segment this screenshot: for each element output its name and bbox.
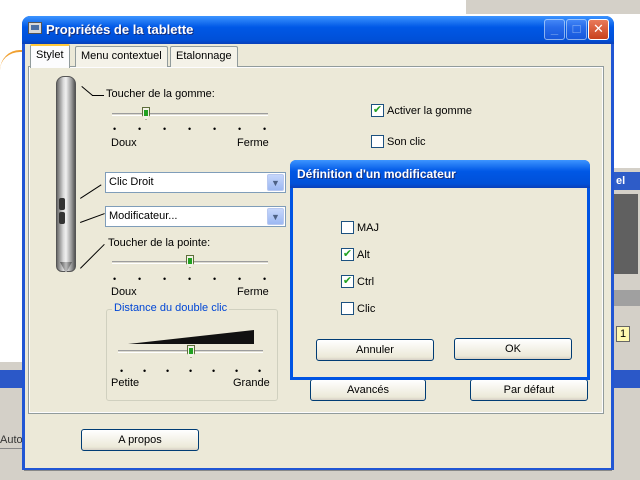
modifier-click-label: Clic bbox=[357, 303, 376, 315]
slider-tick-mark: • bbox=[163, 274, 167, 284]
background-number-box: 1 bbox=[616, 326, 630, 342]
background-taskbar-strip bbox=[0, 370, 24, 388]
slider-tick-mark: • bbox=[143, 366, 147, 376]
maximize-button[interactable]: □ bbox=[566, 19, 587, 40]
slider-tick-mark: • bbox=[113, 274, 117, 284]
double-click-min-label: Petite bbox=[111, 377, 140, 389]
tip-feel-ticks: • • • • • • • bbox=[113, 274, 267, 284]
slider-tick-mark: • bbox=[263, 124, 267, 134]
tab-menu-contextuel[interactable]: Menu contextuel bbox=[75, 46, 168, 67]
eraser-feel-track bbox=[112, 113, 268, 116]
slider-tick-mark: • bbox=[138, 274, 142, 284]
chevron-down-icon[interactable]: ▼ bbox=[267, 174, 284, 191]
slider-tick-mark: • bbox=[189, 366, 193, 376]
leader-line-eraser-h bbox=[92, 95, 104, 96]
background-window-right-title: el bbox=[612, 172, 640, 190]
slider-tick-mark: • bbox=[166, 366, 170, 376]
lower-button-function-value: Modificateur... bbox=[109, 210, 178, 222]
lower-button-function-select[interactable]: Modificateur... ▼ bbox=[105, 206, 286, 227]
slider-tick-mark: • bbox=[238, 124, 242, 134]
upper-button-function-value: Clic Droit bbox=[109, 176, 154, 188]
about-button[interactable]: A propos bbox=[81, 429, 199, 451]
default-button[interactable]: Par défaut bbox=[470, 379, 588, 401]
window-title: Propriétés de la tablette bbox=[46, 22, 194, 37]
slider-tick-mark: • bbox=[235, 366, 239, 376]
click-sound-checkbox[interactable] bbox=[371, 135, 384, 148]
eraser-feel-ticks: • • • • • • • bbox=[113, 124, 267, 134]
pen-upper-side-button bbox=[59, 198, 65, 210]
modifier-alt-checkbox[interactable]: ✔ bbox=[341, 248, 354, 261]
double-click-distance-label: Distance du double clic bbox=[112, 302, 230, 314]
slider-tick-mark: • bbox=[258, 366, 262, 376]
modifier-alt-label: Alt bbox=[357, 249, 370, 261]
window-app-icon[interactable] bbox=[28, 22, 42, 34]
slider-tick-mark: • bbox=[263, 274, 267, 284]
slider-tick-mark: • bbox=[212, 366, 216, 376]
tab-etalonnage[interactable]: Etalonnage bbox=[170, 46, 238, 67]
double-click-max-label: Grande bbox=[233, 377, 270, 389]
background-bottom-bar bbox=[24, 470, 612, 480]
double-click-ticks: • • • • • • • bbox=[120, 366, 262, 376]
enable-eraser-checkbox[interactable]: ✔ bbox=[371, 104, 384, 117]
background-auto-label: Auto bbox=[0, 434, 23, 446]
pen-lower-side-button bbox=[59, 212, 65, 224]
slider-tick-mark: • bbox=[188, 124, 192, 134]
slider-tick-mark: • bbox=[163, 124, 167, 134]
tip-feel-max-label: Ferme bbox=[237, 286, 269, 298]
eraser-feel-min-label: Doux bbox=[111, 137, 137, 149]
background-window-edge bbox=[466, 0, 640, 14]
modifier-cancel-button[interactable]: Annuler bbox=[316, 339, 434, 361]
advanced-button[interactable]: Avancés bbox=[310, 379, 426, 401]
chevron-down-icon[interactable]: ▼ bbox=[267, 208, 284, 225]
eraser-feel-max-label: Ferme bbox=[237, 137, 269, 149]
background-blue-strip bbox=[612, 370, 640, 388]
close-button[interactable]: ✕ bbox=[588, 19, 609, 40]
modifier-ok-button[interactable]: OK bbox=[454, 338, 572, 360]
eraser-feel-label: Toucher de la gomme: bbox=[106, 88, 215, 100]
upper-button-function-select[interactable]: Clic Droit ▼ bbox=[105, 172, 286, 193]
modifier-shift-label: MAJ bbox=[357, 222, 379, 234]
slider-tick-mark: • bbox=[113, 124, 117, 134]
tab-stylet[interactable]: Stylet bbox=[30, 44, 70, 68]
modifier-shift-checkbox[interactable] bbox=[341, 221, 354, 234]
slider-tick-mark: • bbox=[138, 124, 142, 134]
slider-tick-mark: • bbox=[120, 366, 124, 376]
slider-tick-mark: • bbox=[238, 274, 242, 284]
minimize-button[interactable]: _ bbox=[544, 19, 565, 40]
pen-illustration bbox=[56, 76, 76, 272]
tip-feel-min-label: Doux bbox=[111, 286, 137, 298]
enable-eraser-label: Activer la gomme bbox=[387, 105, 472, 117]
background-toolbox bbox=[614, 194, 638, 274]
slider-tick-mark: • bbox=[188, 274, 192, 284]
background-row bbox=[612, 290, 640, 306]
modifier-ctrl-checkbox[interactable]: ✔ bbox=[341, 275, 354, 288]
slider-tick-mark: • bbox=[213, 274, 217, 284]
tip-feel-label: Toucher de la pointe: bbox=[108, 237, 211, 249]
modifier-ctrl-label: Ctrl bbox=[357, 276, 375, 288]
slider-tick-mark: • bbox=[213, 124, 217, 134]
modifier-click-checkbox[interactable] bbox=[341, 302, 354, 315]
modifier-dialog-title: Définition d'un modificateur bbox=[297, 167, 456, 181]
click-sound-label: Son clic bbox=[387, 136, 426, 148]
background-divider bbox=[0, 448, 24, 449]
